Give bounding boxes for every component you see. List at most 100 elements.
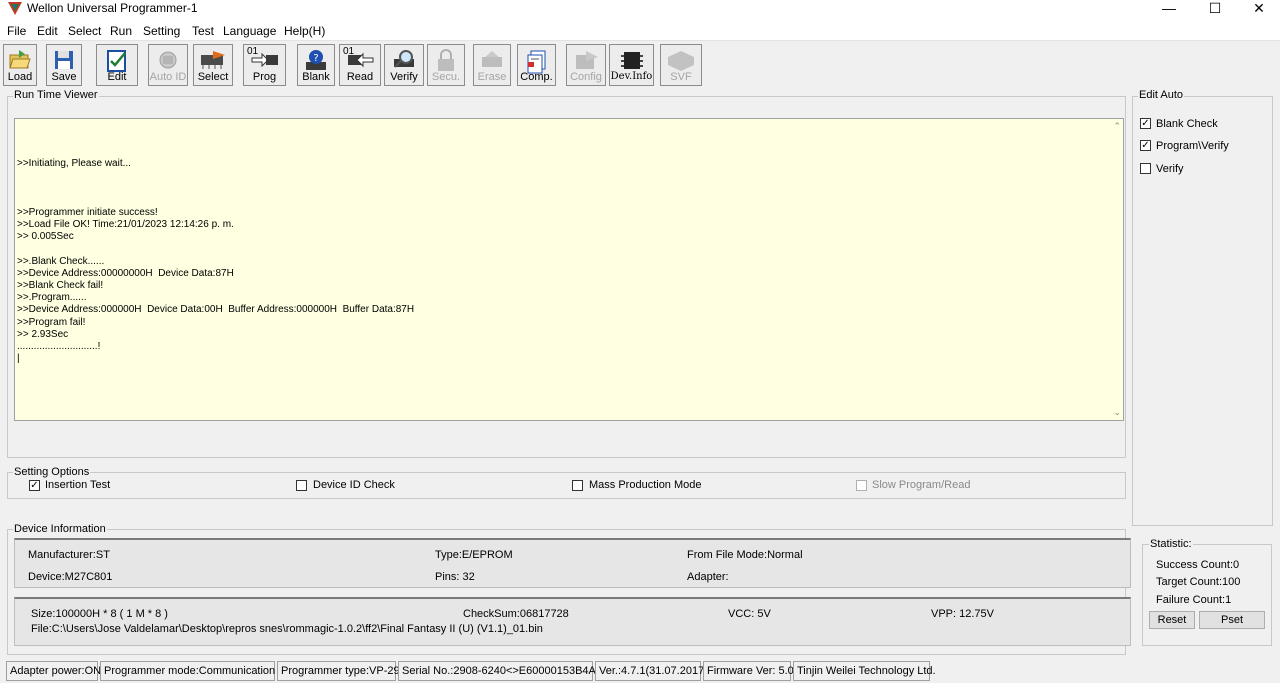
erase-button[interactable]: Erase xyxy=(473,44,511,86)
mass-production-label: Mass Production Mode xyxy=(589,479,702,491)
log-line: >>Device Address:000000H Device Data:00H… xyxy=(17,304,415,315)
verify-label: Verify xyxy=(1156,163,1184,175)
verify-checkbox[interactable] xyxy=(1140,163,1151,174)
program-verify-checkbox[interactable]: ✓ xyxy=(1140,140,1151,151)
svf-button[interactable]: SVF xyxy=(660,44,702,86)
status-serial-number: Serial No.:2908-6240<>E60000153B4A43 xyxy=(398,661,608,681)
auto-id-chip-icon xyxy=(159,51,177,69)
title-bar: Wellon Universal Programmer-1 — ☐ ✕ xyxy=(0,0,1280,22)
window-title: Wellon Universal Programmer-1 xyxy=(27,1,198,15)
read-button[interactable]: 01 Read xyxy=(339,44,381,86)
pins-value: Pins: 32 xyxy=(435,571,475,583)
from-file-mode-value: From File Mode:Normal xyxy=(687,549,803,561)
adapter-value: Adapter: xyxy=(687,571,729,583)
checksum-value: CheckSum:06817728 xyxy=(463,608,569,620)
log-line: >>Initiating, Please wait... xyxy=(17,158,131,169)
failure-count: Failure Count:1 xyxy=(1156,594,1232,606)
scroll-down-icon[interactable]: ⌄ xyxy=(1113,407,1121,418)
blank-check-label: Blank Check xyxy=(1156,118,1218,130)
status-programmer-mode: Programmer mode:Communication OK! xyxy=(100,661,297,681)
menu-test[interactable]: Test xyxy=(192,23,214,39)
config-chip-icon xyxy=(576,51,598,69)
status-company: Tinjin Weilei Technology Ltd. xyxy=(793,661,936,681)
secu-button[interactable]: Secu. xyxy=(427,44,465,86)
log-line: >>Programmer initiate success! xyxy=(17,207,158,218)
edit-button[interactable]: Edit xyxy=(96,44,138,86)
menu-language[interactable]: Language xyxy=(223,23,276,39)
app-logo-icon xyxy=(8,2,22,15)
menu-bar: File Edit Select Run Setting Test Langua… xyxy=(0,22,1280,41)
mass-production-checkbox[interactable] xyxy=(572,480,583,491)
text-cursor: | xyxy=(17,353,20,364)
slow-program-label: Slow Program/Read xyxy=(872,479,971,491)
svg-text:?: ? xyxy=(313,53,318,64)
vpp-value: VPP: 12.75V xyxy=(931,608,994,620)
log-line: >>Device Address:00000000H Device Data:8… xyxy=(17,268,234,279)
menu-select[interactable]: Select xyxy=(68,23,101,39)
device-id-check-checkbox[interactable] xyxy=(296,480,307,491)
menu-setting[interactable]: Setting xyxy=(143,23,180,39)
load-button[interactable]: Load xyxy=(3,44,37,86)
reset-button[interactable]: Reset xyxy=(1149,611,1195,629)
device-info-chip-icon xyxy=(620,52,643,69)
status-version: Ver.:4.7.1(31.07.2017) xyxy=(595,661,708,681)
manufacturer-value: Manufacturer:ST xyxy=(28,549,110,561)
log-line: .............................! xyxy=(17,341,101,352)
toolbar: Load Save Edit Auto ID Select 01 Prog ? … xyxy=(0,41,1280,89)
log-viewer[interactable]: >>Initiating, Please wait... >>Programme… xyxy=(14,118,1124,421)
prog-button[interactable]: 01 Prog xyxy=(243,44,286,86)
type-value: Type:E/EPROM xyxy=(435,549,513,561)
floppy-disk-icon xyxy=(55,51,73,69)
status-firmware-version: Firmware Ver: 5.0 xyxy=(703,661,794,681)
statistic-label: Statistic: xyxy=(1149,538,1193,550)
select-button[interactable]: Select xyxy=(193,44,233,86)
log-line: >>.Blank Check...... xyxy=(17,256,105,267)
verify-button[interactable]: Verify xyxy=(384,44,424,86)
success-count: Success Count:0 xyxy=(1156,559,1240,571)
svf-chip-icon xyxy=(668,51,694,71)
insertion-test-checkbox[interactable]: ✓ xyxy=(29,480,40,491)
status-programmer-type: Programmer type:VP-290+ xyxy=(277,661,412,681)
blank-check-checkbox[interactable]: ✓ xyxy=(1140,118,1151,129)
insertion-test-label: Insertion Test xyxy=(45,479,111,491)
lock-icon xyxy=(438,49,454,71)
folder-open-icon xyxy=(9,50,31,69)
pset-button[interactable]: Pset xyxy=(1199,611,1265,629)
size-value: Size:100000H * 8 ( 1 M * 8 ) xyxy=(31,608,168,620)
log-line: >> 0.005Sec xyxy=(17,231,74,242)
comp-button[interactable]: Comp. xyxy=(517,44,556,86)
menu-run[interactable]: Run xyxy=(110,23,132,39)
device-id-check-label: Device ID Check xyxy=(313,479,395,491)
run-time-viewer-label: Run Time Viewer xyxy=(13,89,99,101)
device-value: Device:M27C801 xyxy=(28,571,113,583)
close-button[interactable]: ✕ xyxy=(1236,0,1280,18)
blank-question-chip-icon: ? xyxy=(306,50,326,70)
verify-magnifier-icon xyxy=(394,50,414,68)
config-button[interactable]: Config xyxy=(566,44,606,86)
erase-chip-icon xyxy=(482,51,502,67)
blank-button[interactable]: ? Blank xyxy=(297,44,335,86)
target-count: Target Count:100 xyxy=(1156,576,1241,588)
menu-file[interactable]: File xyxy=(7,23,26,39)
select-chip-icon xyxy=(201,51,225,69)
edit-checklist-icon xyxy=(107,50,126,72)
read-chip-icon xyxy=(348,52,374,68)
program-chip-icon xyxy=(251,52,278,68)
menu-help[interactable]: Help(H) xyxy=(284,23,325,39)
setting-options-label: Setting Options xyxy=(13,466,91,478)
menu-edit[interactable]: Edit xyxy=(37,23,58,39)
minimize-button[interactable]: — xyxy=(1146,0,1192,18)
maximize-button[interactable]: ☐ xyxy=(1192,0,1238,18)
vcc-value: VCC: 5V xyxy=(728,608,771,620)
scroll-up-icon[interactable]: ⌃ xyxy=(1113,121,1121,132)
save-button[interactable]: Save xyxy=(46,44,82,86)
dev-info-button[interactable]: Dev.Info xyxy=(609,44,654,86)
edit-auto-group xyxy=(1132,96,1273,526)
log-line: >>.Program...... xyxy=(17,292,87,303)
log-line: >>Program fail! xyxy=(17,317,86,328)
log-line: >>Blank Check fail! xyxy=(17,280,104,291)
log-line: >>Load File OK! Time:21/01/2023 12:14:26… xyxy=(17,219,234,230)
file-path-value: File:C:\Users\Jose Valdelamar\Desktop\re… xyxy=(31,623,543,635)
log-line: >> 2.93Sec xyxy=(17,329,69,340)
auto-id-button[interactable]: Auto ID xyxy=(148,44,188,86)
